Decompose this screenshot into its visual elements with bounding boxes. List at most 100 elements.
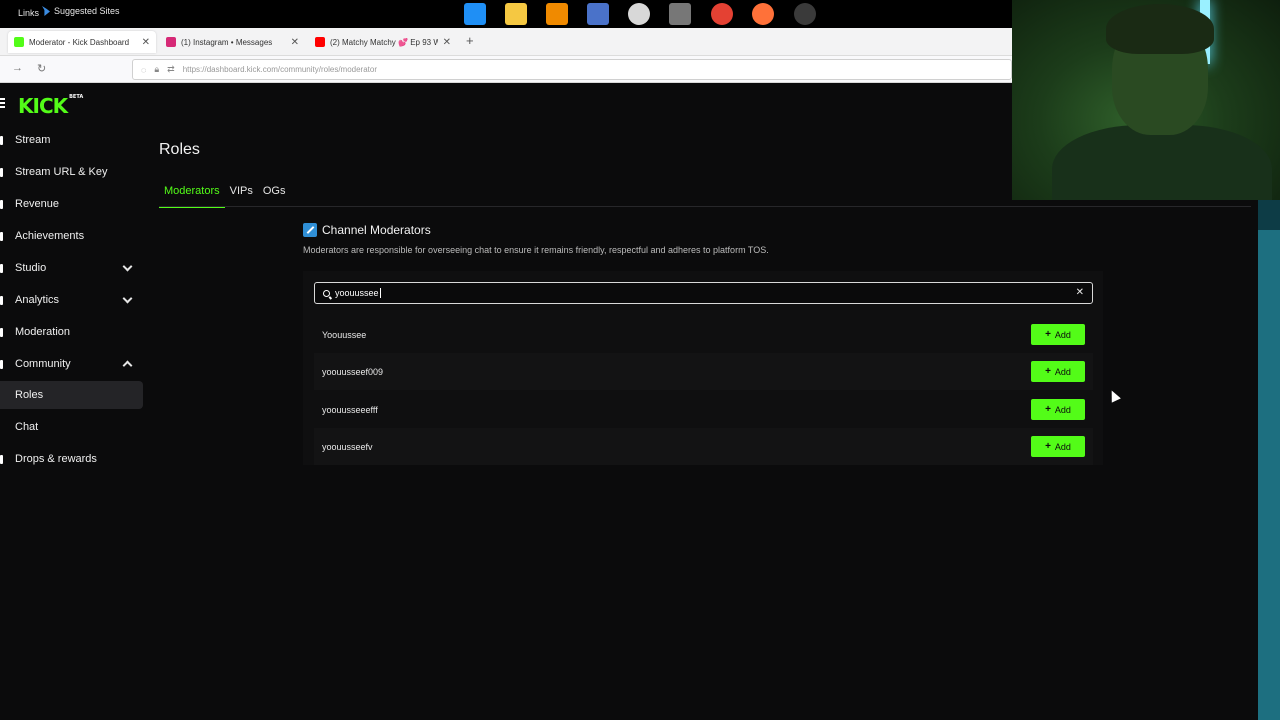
section-title: Channel Moderators bbox=[322, 223, 431, 237]
address-bar-row: → ↻ ◌ 🔒︎ ⇄ https://dashboard.kick.com/co… bbox=[0, 56, 1012, 83]
section-description: Moderators are responsible for overseein… bbox=[303, 245, 769, 255]
sidebar-item-chat[interactable]: Chat bbox=[0, 413, 143, 441]
file-explorer-icon[interactable] bbox=[505, 3, 527, 25]
sidebar: KICK BETA Stream Stream URL & Key Revenue… bbox=[0, 84, 145, 720]
moderation-icon bbox=[0, 327, 3, 337]
trophy-icon bbox=[0, 231, 3, 241]
sidebar-item-achievements[interactable]: Achievements bbox=[0, 222, 143, 250]
button-label: Add bbox=[1054, 404, 1071, 415]
beta-badge: BETA bbox=[69, 94, 84, 100]
app-icon[interactable] bbox=[628, 3, 650, 25]
sidebar-item-label: Community bbox=[15, 358, 71, 370]
sidebar-item-label: Revenue bbox=[15, 198, 60, 210]
sidebar-item-drops-rewards[interactable]: Drops & rewards bbox=[0, 445, 143, 473]
chevron-down-icon bbox=[122, 293, 133, 304]
new-tab-icon[interactable]: + bbox=[466, 33, 474, 48]
close-icon[interactable]: ✕ bbox=[291, 37, 299, 48]
tab-vips[interactable]: VIPs bbox=[225, 183, 258, 208]
analytics-icon bbox=[0, 295, 3, 305]
key-icon bbox=[0, 167, 3, 177]
shield-icon[interactable]: ◌ bbox=[141, 65, 146, 75]
lock-icon[interactable]: 🔒︎ bbox=[154, 64, 159, 75]
tab-instagram[interactable]: (1) Instagram • Messages ✕ bbox=[160, 31, 305, 53]
tab-youtube[interactable]: (2) Matchy Matchy 💕 Ep 93 Wan ✕ bbox=[309, 31, 457, 53]
obs-icon[interactable] bbox=[794, 3, 816, 25]
sidebar-item-stream[interactable]: Stream bbox=[0, 126, 143, 154]
background-window-edge-top bbox=[1258, 200, 1280, 230]
studio-icon bbox=[0, 263, 3, 273]
search-input[interactable]: yoouussee ✕ bbox=[314, 282, 1093, 304]
screen: Links Suggested Sites Moderator - Kick D… bbox=[0, 0, 1280, 720]
moderator-search-panel: yoouussee ✕ Yoouussee + Add yoouusseef009… bbox=[303, 271, 1103, 465]
list-item: yoouusseef009 + Add bbox=[314, 353, 1093, 390]
app-icon[interactable] bbox=[587, 3, 609, 25]
bookmarks-bar: Links Suggested Sites bbox=[0, 0, 1012, 28]
add-moderator-button[interactable]: + Add bbox=[1031, 399, 1085, 420]
sidebar-item-label: Roles bbox=[15, 389, 44, 401]
sidebar-item-community[interactable]: Community bbox=[0, 350, 143, 378]
username: yoouusseeefff bbox=[322, 404, 378, 415]
section-header: Channel Moderators bbox=[303, 223, 431, 237]
add-moderator-button[interactable]: + Add bbox=[1031, 436, 1085, 457]
sidebar-item-label: Analytics bbox=[15, 294, 60, 306]
tab-moderators[interactable]: Moderators bbox=[159, 183, 225, 208]
chrome-icon[interactable] bbox=[711, 3, 733, 25]
tab-kick-dashboard[interactable]: Moderator - Kick Dashboard ✕ bbox=[8, 31, 156, 53]
sidebar-item-label: Achievements bbox=[15, 230, 85, 242]
sidebar-item-label: Studio bbox=[15, 262, 47, 274]
button-label: Add bbox=[1054, 329, 1071, 340]
button-label: Add bbox=[1054, 441, 1071, 452]
sidebar-item-moderation[interactable]: Moderation bbox=[0, 318, 143, 346]
username: yoouusseefv bbox=[322, 441, 373, 452]
sidebar-item-label: Moderation bbox=[15, 326, 71, 338]
reload-icon[interactable]: ↻ bbox=[37, 62, 46, 75]
add-moderator-button[interactable]: + Add bbox=[1031, 361, 1085, 382]
close-icon[interactable]: ✕ bbox=[1076, 287, 1084, 298]
sidebar-item-label: Chat bbox=[15, 421, 39, 433]
list-item: Yoouussee + Add bbox=[314, 316, 1093, 353]
sword-icon bbox=[303, 223, 317, 237]
button-label: Add bbox=[1054, 366, 1071, 377]
bookmark-suggested-label: Suggested Sites bbox=[54, 6, 120, 16]
sidebar-item-studio[interactable]: Studio bbox=[0, 254, 143, 282]
person-body bbox=[1052, 125, 1272, 200]
bing-icon bbox=[42, 6, 50, 16]
bookmark-suggested-sites[interactable]: Suggested Sites bbox=[42, 6, 120, 16]
logo-text: KICK bbox=[18, 94, 68, 118]
browser-tab-bar: Moderator - Kick Dashboard ✕ (1) Instagr… bbox=[0, 28, 1012, 56]
plus-icon: + bbox=[1045, 329, 1051, 340]
community-icon bbox=[0, 359, 3, 369]
person-hair bbox=[1106, 4, 1214, 54]
youtube-favicon-icon bbox=[315, 37, 325, 47]
sidebar-item-revenue[interactable]: Revenue bbox=[0, 190, 143, 218]
sidebar-item-label: Drops & rewards bbox=[15, 453, 97, 465]
sidebar-item-roles[interactable]: Roles bbox=[0, 381, 143, 409]
sidebar-item-label: Stream bbox=[15, 134, 51, 146]
sidebar-item-label: Stream URL & Key bbox=[15, 166, 108, 178]
windows-start-icon[interactable] bbox=[464, 3, 486, 25]
list-item: yoouusseeefff + Add bbox=[314, 391, 1093, 428]
tabs-divider bbox=[159, 206, 1251, 207]
add-moderator-button[interactable]: + Add bbox=[1031, 324, 1085, 345]
close-icon[interactable]: ✕ bbox=[443, 37, 451, 48]
menu-icon[interactable] bbox=[0, 98, 5, 108]
vlc-icon[interactable] bbox=[546, 3, 568, 25]
firefox-icon[interactable] bbox=[752, 3, 774, 25]
username: yoouusseef009 bbox=[322, 366, 384, 377]
app-icon[interactable] bbox=[669, 3, 691, 25]
url-field[interactable]: ◌ 🔒︎ ⇄ https://dashboard.kick.com/commun… bbox=[132, 59, 1012, 80]
tab-title: (1) Instagram • Messages bbox=[181, 37, 273, 47]
tab-title: Moderator - Kick Dashboard bbox=[29, 37, 130, 47]
tab-title: (2) Matchy Matchy 💕 Ep 93 Wan bbox=[330, 37, 438, 47]
kick-logo[interactable]: KICK BETA bbox=[18, 94, 84, 118]
sidebar-item-analytics[interactable]: Analytics bbox=[0, 286, 143, 314]
bookmark-links[interactable]: Links bbox=[18, 8, 39, 18]
sidebar-item-stream-url-key[interactable]: Stream URL & Key bbox=[0, 158, 143, 186]
roles-tabs: Moderators VIPs OGs bbox=[159, 183, 291, 208]
permissions-icon[interactable]: ⇄ bbox=[167, 64, 175, 75]
tab-ogs[interactable]: OGs bbox=[258, 183, 291, 208]
plus-icon: + bbox=[1045, 404, 1051, 415]
close-icon[interactable]: ✕ bbox=[142, 37, 150, 48]
chevron-up-icon bbox=[122, 360, 133, 371]
forward-icon[interactable]: → bbox=[12, 62, 23, 74]
